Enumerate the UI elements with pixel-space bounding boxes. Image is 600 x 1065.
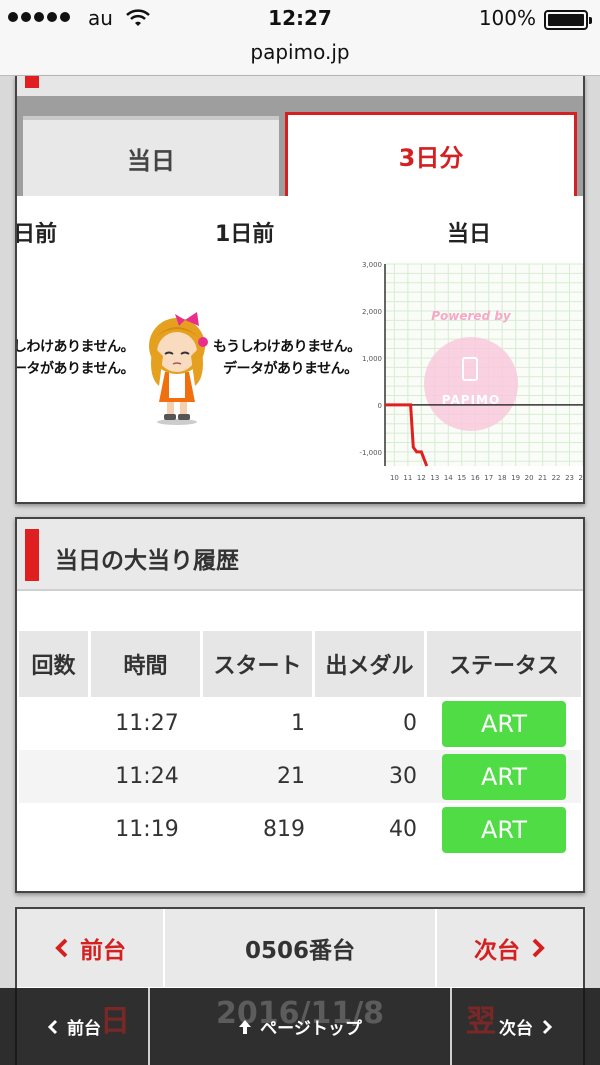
cell-count <box>19 697 91 750</box>
no-data-message-right: もうしわけありません。 データがありません。 <box>213 336 361 380</box>
toolbar-prev-button[interactable]: 前台 <box>0 988 148 1065</box>
cell-start: 21 <box>203 750 315 803</box>
tab-today[interactable]: 当日 <box>23 116 279 196</box>
col-header-count: 回数 <box>19 631 91 697</box>
x-tick-label: 10 <box>390 474 399 482</box>
no-data-line: しわけありません。 <box>17 339 135 355</box>
cell-start: 1 <box>291 711 305 736</box>
bottom-toolbar: 日 2016/11/8 翌 前台 ページトップ 次台 <box>0 988 600 1065</box>
graph-area: 日前 1日前 当日 しわけありません。 ータがありません。 もうしわけありません… <box>17 196 583 502</box>
prev-machine-label: 前台 <box>80 938 126 964</box>
medal-line-chart: Powered by PAPIMO 3,0002,0001,0000-1,000… <box>359 261 583 482</box>
x-tick-label: 19 <box>511 474 520 482</box>
x-tick-label: 17 <box>484 474 493 482</box>
graph-card: 当日 3日分 日前 1日前 当日 しわけありません。 ータがありません。 もうし… <box>15 76 585 504</box>
tab-3days[interactable]: 3日分 <box>285 112 577 196</box>
x-tick-label: 13 <box>430 474 439 482</box>
x-tick-label: 22 <box>552 474 561 482</box>
no-data-line: ータがありません。 <box>17 361 135 377</box>
toolbar-prev-label: 前台 <box>67 1019 101 1039</box>
status-badge-art: ART <box>442 700 566 747</box>
mascot-character-image <box>149 312 208 425</box>
cell-count <box>19 750 91 803</box>
table-row: 11:19 819 40 ART <box>19 803 581 856</box>
x-tick-label: 11 <box>403 474 412 482</box>
table-row: 11:24 21 30 ART <box>19 750 581 803</box>
cell-count <box>19 803 91 856</box>
x-tick-label: 18 <box>498 474 507 482</box>
watermark-powered-by: Powered by <box>431 309 512 323</box>
status-badge-art: ART <box>442 806 566 853</box>
x-tick-label: 24 <box>579 474 583 482</box>
x-tick-label: 16 <box>471 474 480 482</box>
history-title: 当日の大当り履歴 <box>55 548 239 574</box>
col-header-medals: 出メダル <box>315 631 427 697</box>
cell-time: 11:24 <box>91 750 203 803</box>
toolbar-next-button[interactable]: 次台 <box>452 988 600 1065</box>
col-title-1day: 1日前 <box>215 222 275 247</box>
card-header-strip <box>17 76 583 96</box>
x-tick-label: 23 <box>565 474 574 482</box>
url-bar[interactable]: papimo.jp <box>0 40 600 64</box>
col-title-today: 当日 <box>447 222 492 247</box>
table-header-row: 回数 時間 スタート 出メダル ステータス <box>19 631 581 697</box>
col-header-time: 時間 <box>91 631 203 697</box>
chevron-left-icon <box>47 1019 58 1034</box>
cell-status: ART <box>427 750 581 803</box>
x-tick-label: 15 <box>457 474 466 482</box>
cell-status: ART <box>427 697 581 750</box>
x-tick-label: 21 <box>538 474 547 482</box>
chevron-right-icon <box>542 1019 553 1034</box>
cell-time: 11:27 <box>115 711 179 736</box>
page-top-label: ページトップ <box>260 1019 362 1039</box>
x-tick-label: 12 <box>417 474 426 482</box>
ios-top-bar: au 12:27 100% papimo.jp <box>0 0 600 76</box>
page-top-button[interactable]: ページトップ <box>150 988 450 1065</box>
col-title-2days: 日前 <box>17 222 58 247</box>
header-accent <box>25 529 39 581</box>
no-data-line: データがありません。 <box>223 361 358 377</box>
cell-status: ART <box>427 803 581 856</box>
cell-medals: 0 <box>403 711 417 736</box>
table-row: 11:27 1 0 ART <box>19 697 581 750</box>
history-header: 当日の大当り履歴 <box>17 519 583 591</box>
y-tick-label: 2,000 <box>362 308 382 316</box>
arrow-up-icon <box>239 1019 252 1034</box>
cell-start: 819 <box>263 817 305 842</box>
no-data-line: もうしわけありません。 <box>213 339 361 355</box>
battery-icon <box>544 10 592 30</box>
no-data-message-left: しわけありません。 ータがありません。 <box>17 336 135 380</box>
history-table: 回数 時間 スタート 出メダル ステータス 11:27 1 0 ART 11:2… <box>19 631 581 856</box>
cell-time: 11:19 <box>115 817 179 842</box>
x-tick-label: 14 <box>444 474 453 482</box>
status-badge-art: ART <box>442 753 566 800</box>
tab-bar: 当日 3日分 <box>17 96 583 196</box>
y-tick-label: 0 <box>378 402 382 410</box>
cell-medals: 40 <box>389 817 417 842</box>
next-machine-button[interactable]: 次台 <box>435 909 583 987</box>
y-tick-label: -1,000 <box>359 449 382 457</box>
battery-percent: 100% <box>478 6 536 30</box>
current-machine-label: 0506番台 <box>244 938 355 964</box>
machine-nav-row: 前台 0506番台 次台 <box>17 909 583 987</box>
y-tick-label: 3,000 <box>362 261 382 269</box>
col-header-status: ステータス <box>427 631 581 697</box>
x-tick-label: 20 <box>525 474 534 482</box>
status-bar: au 12:27 100% <box>0 6 600 34</box>
history-card: 当日の大当り履歴 回数 時間 スタート 出メダル ステータス 11:27 1 0… <box>15 517 585 893</box>
cell-medals: 30 <box>315 750 427 803</box>
chevron-left-icon <box>55 938 68 958</box>
prev-machine-button[interactable]: 前台 <box>17 909 165 987</box>
header-accent <box>25 76 39 88</box>
toolbar-next-label: 次台 <box>499 1019 533 1039</box>
col-header-start: スタート <box>203 631 315 697</box>
chevron-right-icon <box>532 938 545 958</box>
y-tick-label: 1,000 <box>362 355 382 363</box>
next-machine-label: 次台 <box>474 938 520 964</box>
